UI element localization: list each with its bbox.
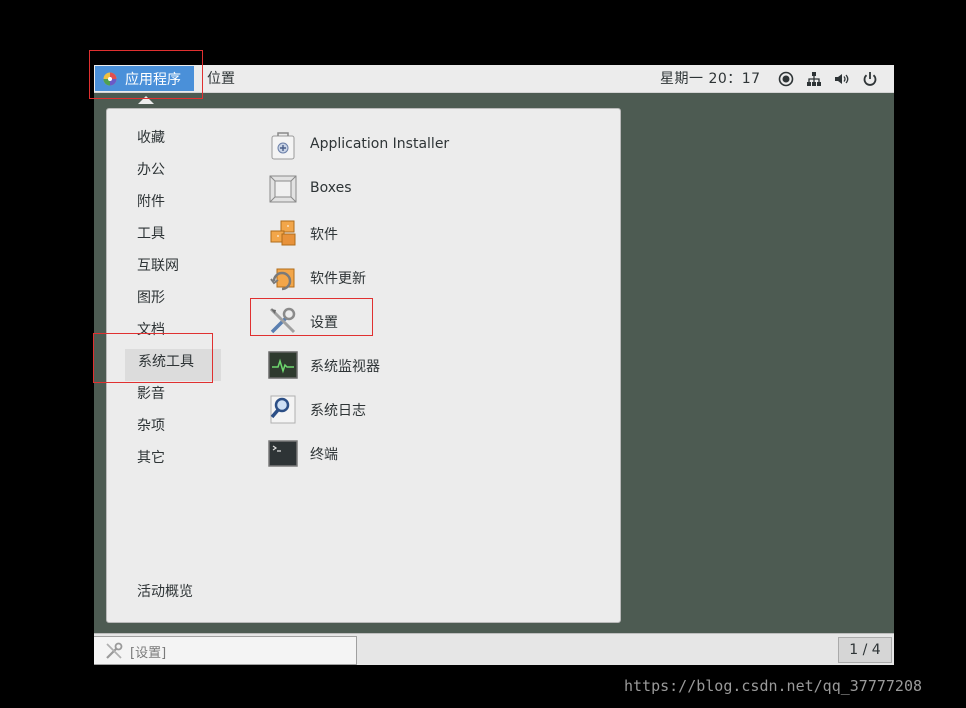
power-icon[interactable] <box>862 71 878 87</box>
app-item-label: 系统日志 <box>310 403 366 419</box>
top-bar: 应用程序 位置 星期一 20：17 <box>94 65 894 93</box>
bottom-bar: [设置] 1 / 4 <box>94 633 894 665</box>
app-item-label: 设置 <box>310 315 338 331</box>
category-item[interactable]: 杂项 <box>137 416 165 436</box>
workspace-pager[interactable]: 1 / 4 <box>838 637 892 663</box>
watermark: https://blog.csdn.net/qq_37777208 <box>624 677 923 695</box>
category-item[interactable]: 图形 <box>137 288 165 308</box>
distro-logo-icon <box>103 72 117 86</box>
clock[interactable]: 星期一 20：17 <box>660 68 761 88</box>
app-item-label: 软件 <box>310 227 338 243</box>
system-log-icon <box>270 395 296 424</box>
taskbar-window-label: [设置] <box>130 646 167 661</box>
desktop-screen: 应用程序 位置 星期一 20：17 收藏办公附件工具互联网图形文档系统工具影音杂… <box>94 65 894 665</box>
volume-icon[interactable] <box>834 71 850 87</box>
software-update-icon <box>270 268 295 291</box>
software-icon <box>270 220 296 246</box>
terminal-icon <box>268 440 298 467</box>
menu-pointer <box>138 96 154 104</box>
category-item[interactable]: 影音 <box>137 384 165 404</box>
app-item-label: 系统监视器 <box>310 359 380 375</box>
category-item[interactable]: 收藏 <box>137 128 165 148</box>
accessibility-icon[interactable] <box>778 71 794 87</box>
installer-icon <box>271 132 295 160</box>
app-item-label: Application Installer <box>310 136 450 152</box>
applications-menu-popup: 收藏办公附件工具互联网图形文档系统工具影音杂项其它 Application In… <box>106 108 621 623</box>
app-item-label: 软件更新 <box>310 271 366 287</box>
applications-label: 应用程序 <box>125 72 181 88</box>
app-item-label: 终端 <box>310 447 338 463</box>
category-item[interactable]: 工具 <box>137 224 165 244</box>
category-item[interactable]: 文档 <box>137 320 165 340</box>
activities-overview-link[interactable]: 活动概览 <box>137 581 193 601</box>
settings-icon <box>106 642 123 659</box>
category-item[interactable]: 附件 <box>137 192 165 212</box>
category-item[interactable]: 系统工具 <box>138 352 194 372</box>
taskbar-window-button[interactable]: [设置] <box>94 636 357 665</box>
category-item[interactable]: 其它 <box>137 448 165 468</box>
boxes-icon <box>269 175 297 203</box>
system-monitor-icon <box>268 351 298 379</box>
category-item[interactable]: 互联网 <box>137 256 179 276</box>
app-item-label: Boxes <box>310 180 352 196</box>
places-menu-button[interactable]: 位置 <box>207 68 235 88</box>
category-item[interactable]: 办公 <box>137 160 165 180</box>
settings-icon <box>269 307 296 334</box>
network-icon[interactable] <box>806 71 822 87</box>
applications-menu-button[interactable]: 应用程序 <box>95 66 194 91</box>
